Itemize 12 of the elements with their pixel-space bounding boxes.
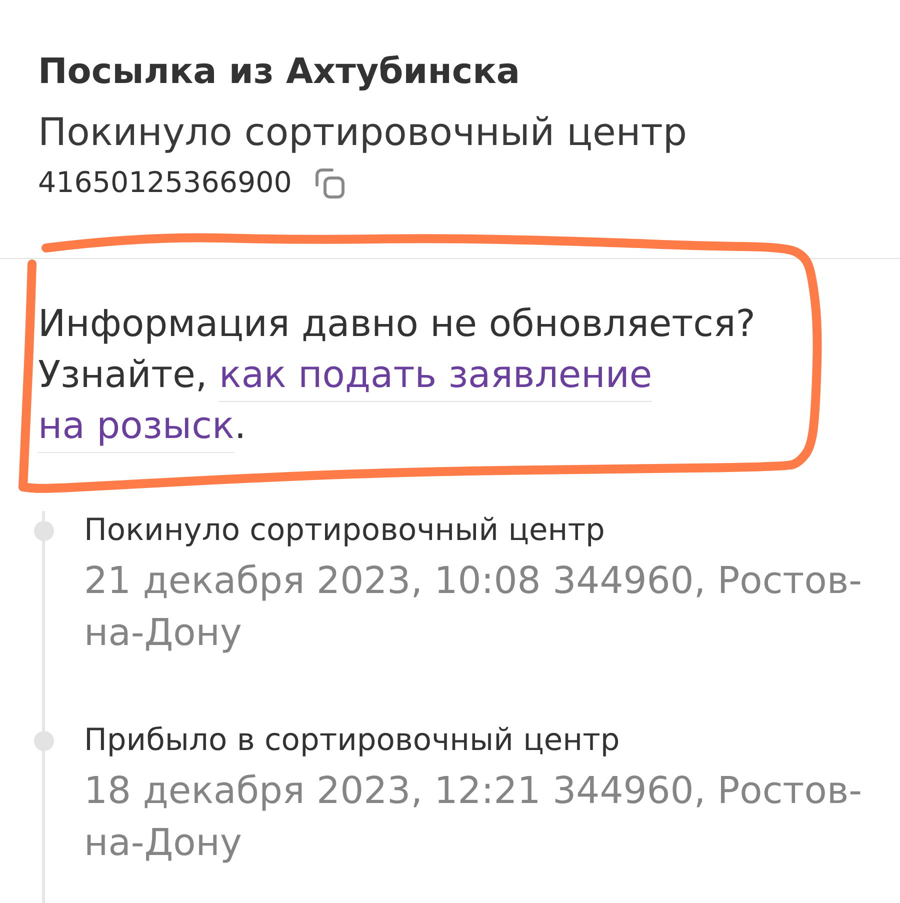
tracking-number: 41650125366900 xyxy=(38,165,292,201)
copy-button[interactable] xyxy=(314,167,346,199)
parcel-title: Посылка из Ахтубинска xyxy=(38,51,520,94)
event-title: Покинуло сортировочный центр xyxy=(84,512,605,550)
event-details: 18 декабря 2023, 12:21 344960, Ростов-на-Дону xyxy=(84,768,864,866)
copy-icon xyxy=(314,167,346,199)
notice-text: Информация давно не обновляется? Узнайте, как подать заявление на розыск. xyxy=(38,298,756,451)
event-title: Прибыло в сортировочный центр xyxy=(84,722,620,760)
search-request-link[interactable]: на розыск xyxy=(38,404,234,453)
search-request-link[interactable]: как подать заявление xyxy=(218,353,652,402)
event-details: 21 декабря 2023, 10:08 344960, Ростов-на-Дону xyxy=(84,558,864,656)
parcel-status: Покинуло сортировочный центр xyxy=(38,109,687,156)
